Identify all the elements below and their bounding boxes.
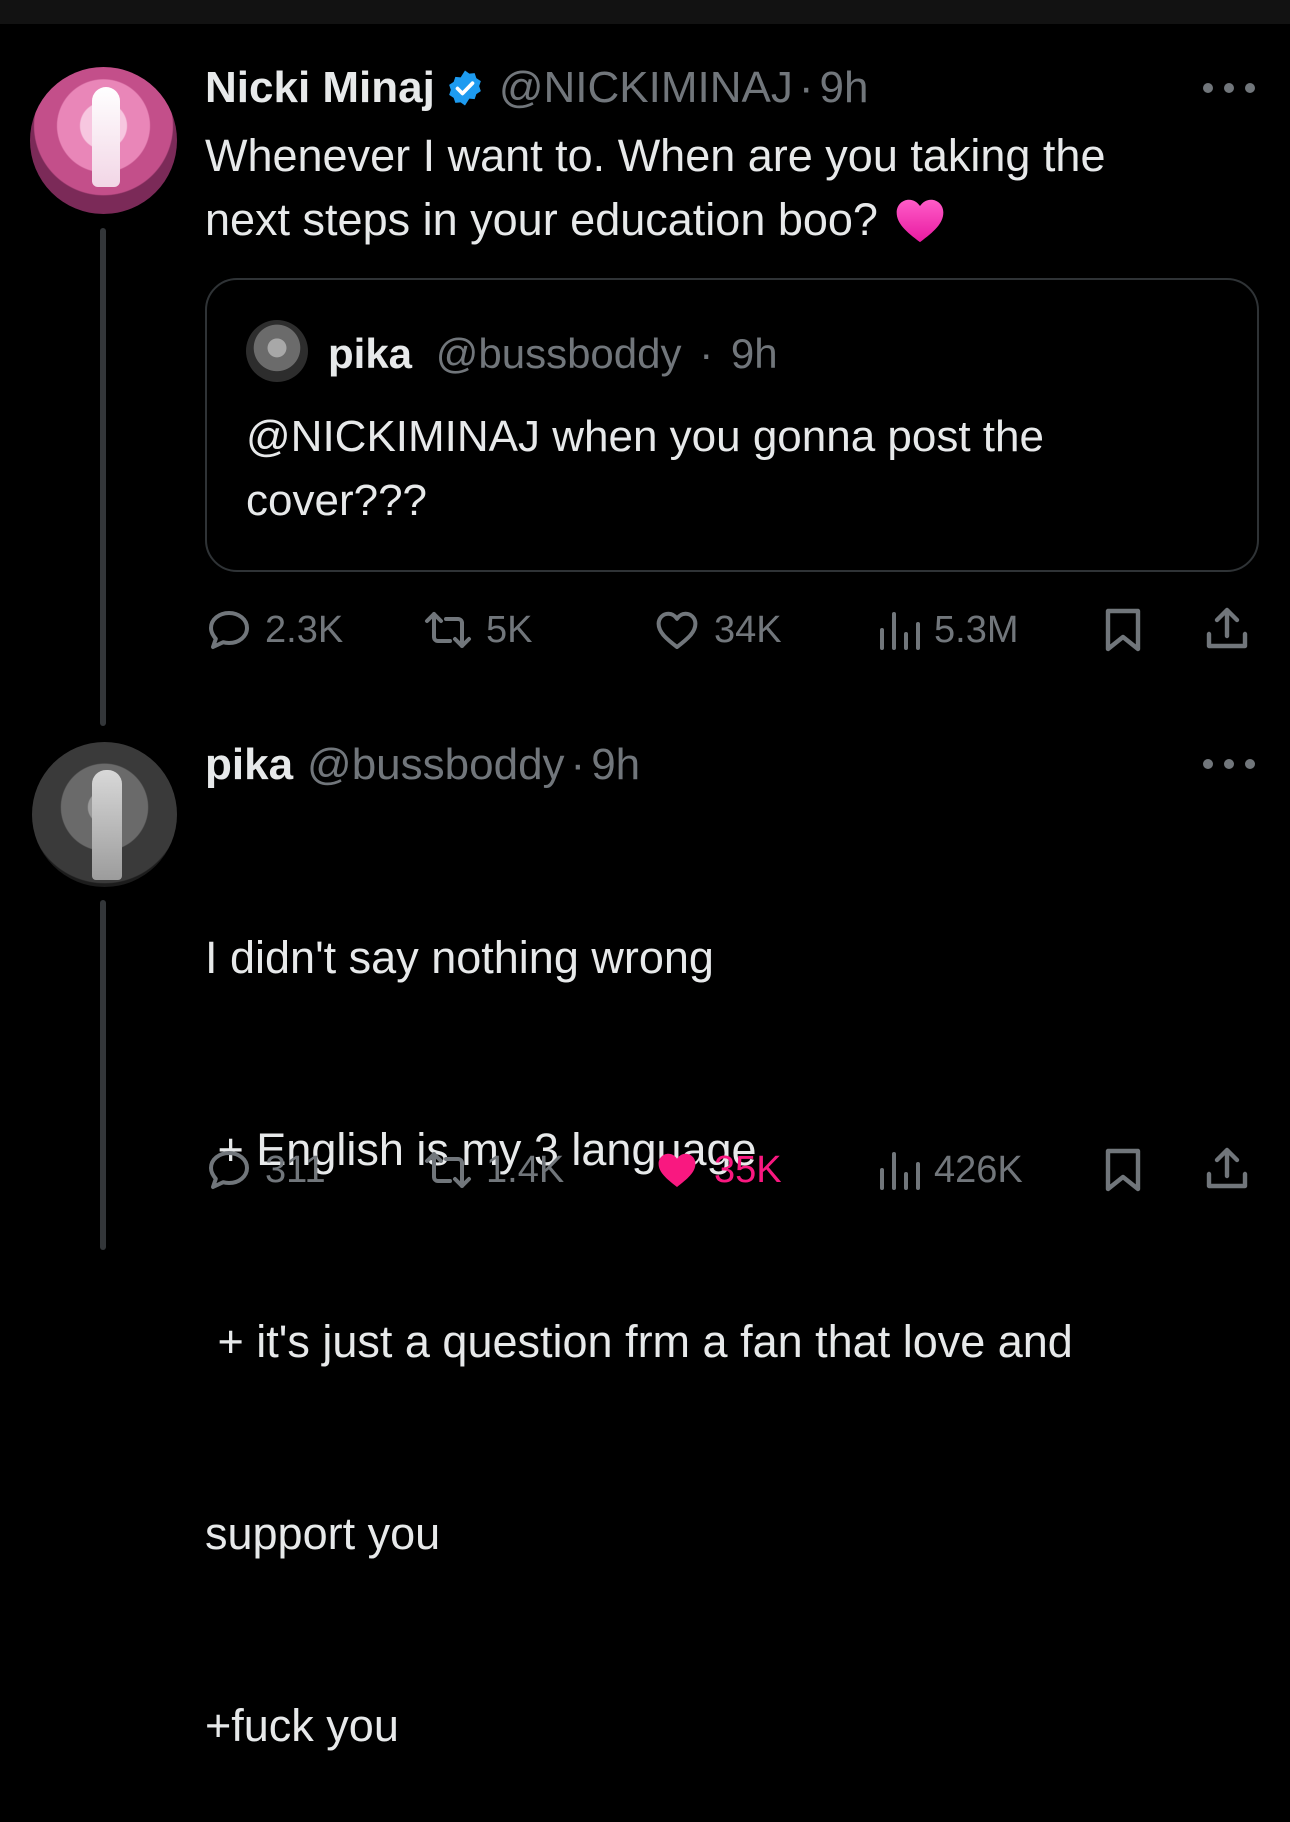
reply-count: 2.3K xyxy=(265,608,344,651)
tweet-text: I didn't say nothing wrong + English is … xyxy=(205,798,1265,1822)
reply-button[interactable]: 2.3K xyxy=(205,606,343,654)
quoted-author-name: pika xyxy=(328,330,413,377)
tweet-text-line: support you xyxy=(205,1508,441,1559)
author-handle[interactable]: @bussboddy xyxy=(307,740,565,790)
author-handle[interactable]: @NICKIMINAJ xyxy=(499,63,793,113)
more-icon[interactable] xyxy=(1203,82,1255,94)
reply-count: 311 xyxy=(265,1148,326,1191)
views-button[interactable]: 5.3M xyxy=(876,606,1018,654)
quoted-text-line: @NICKIMINAJ when you gonna post the xyxy=(246,412,1044,461)
quoted-tweet-header: pika @bussboddy · 9h xyxy=(328,330,778,378)
avatar-nicki-minaj[interactable] xyxy=(30,67,177,214)
tweet-header: Nicki Minaj @NICKIMINAJ · 9h xyxy=(205,63,868,113)
views-count: 426K xyxy=(934,1148,1023,1191)
tweet-time[interactable]: 9h xyxy=(591,740,640,790)
more-icon[interactable] xyxy=(1203,758,1255,770)
heart-emoji-icon xyxy=(892,192,948,248)
quoted-tweet-text: @NICKIMINAJ when you gonna post the cove… xyxy=(246,405,1236,533)
share-button[interactable] xyxy=(1203,1144,1251,1194)
tweet-text-line: I didn't say nothing wrong xyxy=(205,932,714,983)
reply-button[interactable]: 311 xyxy=(205,1146,326,1194)
quoted-tweet-time: 9h xyxy=(730,330,778,377)
share-button[interactable] xyxy=(1203,604,1251,654)
bookmark-icon xyxy=(1105,608,1141,652)
author-name[interactable]: Nicki Minaj xyxy=(205,63,435,113)
views-icon xyxy=(880,1152,920,1190)
views-icon xyxy=(880,612,920,650)
repost-count: 5K xyxy=(486,608,533,651)
views-button[interactable]: 426K xyxy=(876,1146,1023,1194)
repost-icon xyxy=(425,612,471,648)
tweet-text-line: + it's just a question frm a fan that lo… xyxy=(205,1316,1073,1367)
avatar-pika[interactable] xyxy=(32,742,177,887)
thread-connector-line xyxy=(100,228,106,726)
verified-icon xyxy=(445,68,485,108)
separator-dot: · xyxy=(699,330,714,377)
like-count: 34K xyxy=(714,608,782,651)
tweet-header: pika @bussboddy · 9h xyxy=(205,740,640,790)
author-name[interactable]: pika xyxy=(205,740,293,790)
bookmark-icon xyxy=(1105,1148,1141,1192)
reply-icon xyxy=(209,1151,249,1189)
like-icon xyxy=(656,611,698,649)
avatar-pika-quoted xyxy=(246,320,308,382)
tweet-text-line: next steps in your education boo? xyxy=(205,194,878,245)
tweet-time[interactable]: 9h xyxy=(820,63,869,113)
quoted-author-handle: @bussboddy xyxy=(435,330,682,377)
like-icon xyxy=(658,1153,696,1187)
repost-button[interactable]: 5K xyxy=(422,606,532,654)
repost-button[interactable]: 1.4K xyxy=(422,1146,564,1194)
thread-connector-line xyxy=(100,900,106,1250)
separator-dot: · xyxy=(570,740,586,789)
status-bar xyxy=(0,0,1290,24)
repost-count: 1.4K xyxy=(486,1148,565,1191)
views-count: 5.3M xyxy=(934,608,1019,651)
like-button-active[interactable]: 35K xyxy=(652,1146,782,1194)
bookmark-button[interactable] xyxy=(1100,606,1146,654)
separator-dot: · xyxy=(798,63,814,112)
tweet-text-line: Whenever I want to. When are you taking … xyxy=(205,130,1106,181)
bookmark-button[interactable] xyxy=(1100,1146,1146,1194)
tweet-text-line: +fuck you xyxy=(205,1700,399,1751)
share-icon xyxy=(1206,1147,1248,1189)
repost-icon xyxy=(425,1152,471,1188)
like-button[interactable]: 34K xyxy=(652,606,782,654)
quoted-text-line: cover??? xyxy=(246,476,428,525)
like-count: 35K xyxy=(714,1148,782,1191)
tweet-text: Whenever I want to. When are you taking … xyxy=(205,124,1255,252)
share-icon xyxy=(1206,607,1248,649)
reply-icon xyxy=(209,611,249,649)
